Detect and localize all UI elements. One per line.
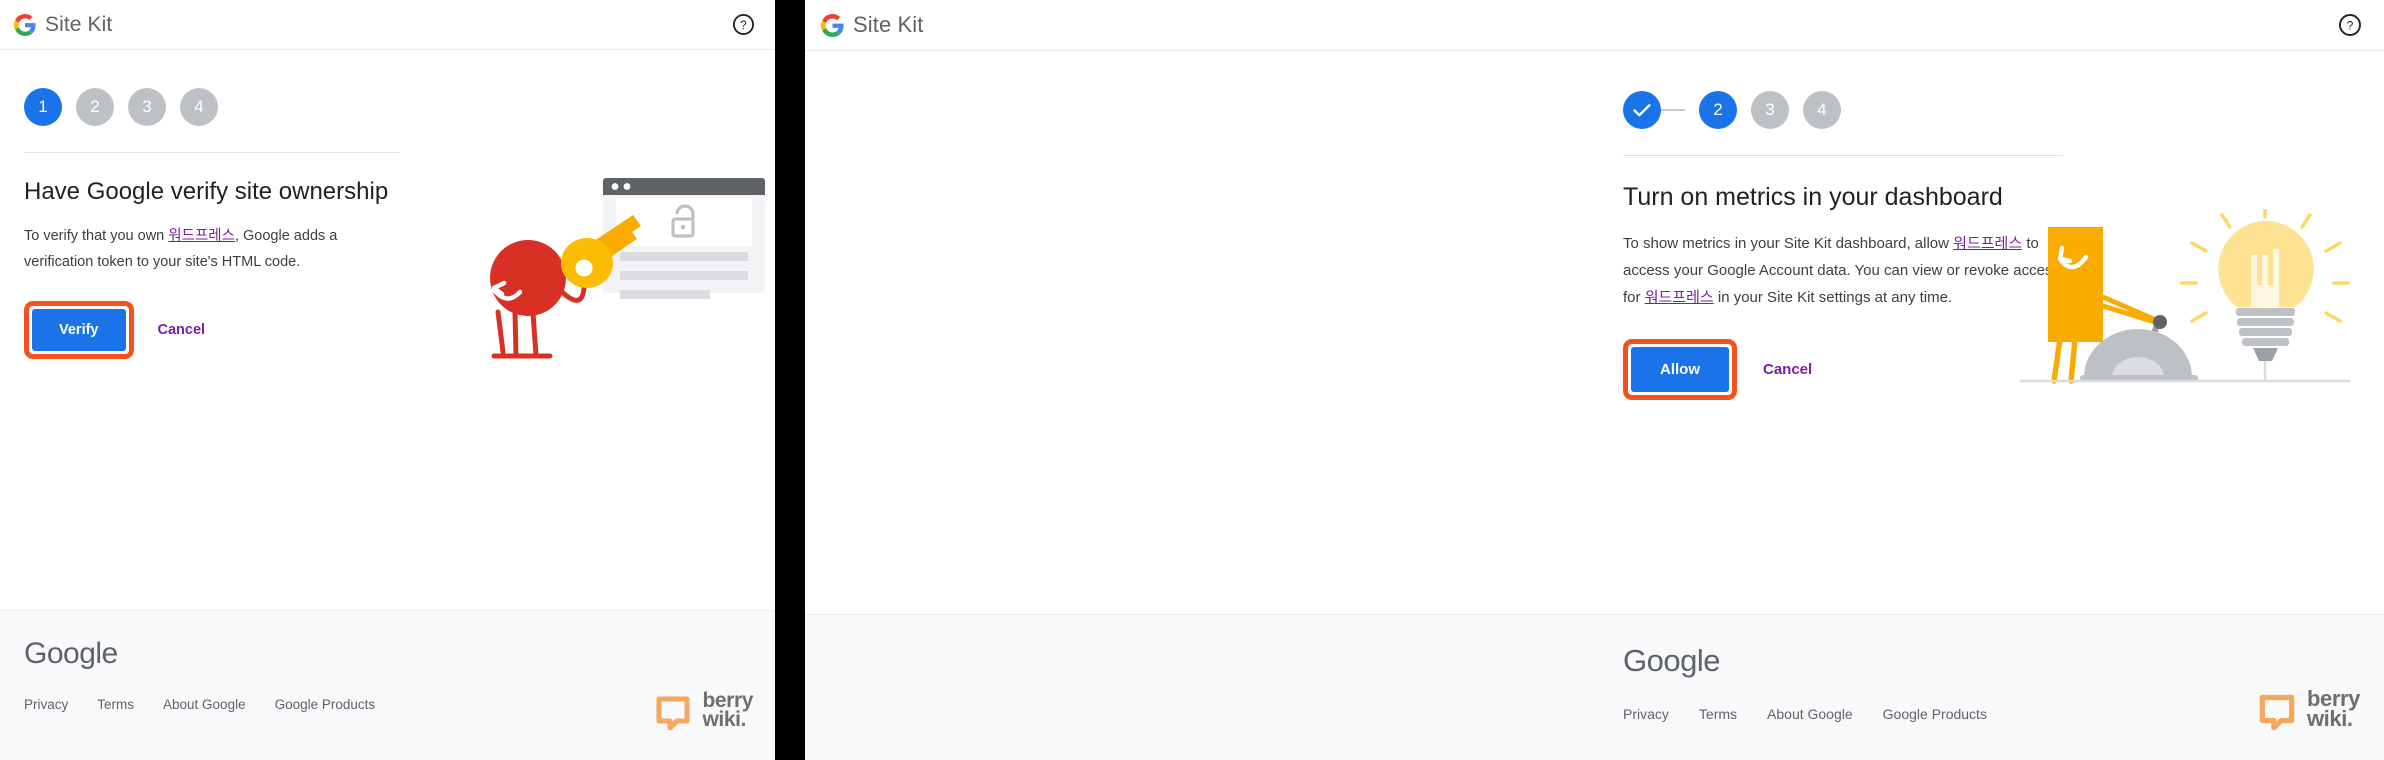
left-stepper: 1 2 3 4 xyxy=(24,88,775,126)
right-footer-wordmark: Google xyxy=(1623,643,1720,678)
left-watermark: berry wiki. xyxy=(653,690,753,730)
step-3-label: 3 xyxy=(142,97,152,116)
footer-link-privacy[interactable]: Privacy xyxy=(24,697,68,712)
left-brand-text: Site Kit xyxy=(45,12,113,36)
left-watermark-text: berry wiki. xyxy=(702,690,753,731)
step-2-label: 2 xyxy=(90,97,100,116)
panel-divider xyxy=(775,0,805,760)
watermark-line2: wiki. xyxy=(702,708,746,731)
right-actions: Allow Cancel xyxy=(1623,339,2384,400)
footer-link-terms[interactable]: Terms xyxy=(1699,706,1737,722)
right-body: 2 3 4 Turn on metrics in your dashboard … xyxy=(805,51,2384,614)
speech-bubble-icon xyxy=(656,696,690,730)
left-body-text: To verify that you own 워드프레스, Google add… xyxy=(24,223,396,275)
step-2-label: 2 xyxy=(1713,100,1723,119)
svg-text:?: ? xyxy=(740,20,746,32)
speech-bubble-icon xyxy=(2259,694,2295,730)
right-body-text: To show metrics in your Site Kit dashboa… xyxy=(1623,230,2067,311)
step-2[interactable]: 2 xyxy=(1699,91,1737,129)
stepper-connector xyxy=(1661,109,1685,111)
step-1-label: 1 xyxy=(38,97,48,116)
right-brand-text: Site Kit xyxy=(853,12,924,37)
google-g-icon xyxy=(821,13,844,37)
google-g-icon xyxy=(14,13,36,36)
right-header: Site Kit ? xyxy=(805,0,2384,51)
right-content: 2 3 4 Turn on metrics in your dashboard … xyxy=(805,51,2384,400)
right-cancel-button[interactable]: Cancel xyxy=(1763,361,1812,378)
left-help-button[interactable]: ? xyxy=(731,13,755,37)
footer-link-google-products[interactable]: Google Products xyxy=(275,697,376,712)
right-divider xyxy=(1623,155,2063,156)
step-3-label: 3 xyxy=(1765,100,1775,119)
left-panel: Site Kit ? 1 2 3 4 Have Google verify si… xyxy=(0,0,775,760)
step-4[interactable]: 4 xyxy=(180,88,218,126)
left-page-title: Have Google verify site ownership xyxy=(24,178,389,205)
right-footer: Google Privacy Terms About Google Google… xyxy=(805,614,2384,760)
footer-link-about-google[interactable]: About Google xyxy=(163,697,246,712)
step-4-label: 4 xyxy=(194,97,204,116)
right-allow-highlight: Allow xyxy=(1623,339,1737,400)
step-4-label: 4 xyxy=(1817,100,1827,119)
left-site-link[interactable]: 워드프레스 xyxy=(168,228,235,244)
screenshot-root: Site Kit ? 1 2 3 4 Have Google verify si… xyxy=(0,0,2384,760)
svg-text:?: ? xyxy=(2347,19,2354,33)
right-body-part1: To show metrics in your Site Kit dashboa… xyxy=(1623,235,1954,252)
left-brand: Site Kit xyxy=(14,13,112,37)
step-3[interactable]: 3 xyxy=(1751,91,1789,129)
left-actions: Verify Cancel xyxy=(24,301,775,359)
footer-link-privacy[interactable]: Privacy xyxy=(1623,706,1669,722)
right-help-button[interactable]: ? xyxy=(2338,13,2362,37)
step-4[interactable]: 4 xyxy=(1803,91,1841,129)
left-content: 1 2 3 4 Have Google verify site ownershi… xyxy=(0,50,775,359)
step-3[interactable]: 3 xyxy=(128,88,166,126)
left-footer: Google Privacy Terms About Google Google… xyxy=(0,610,775,760)
left-body-part1: To verify that you own xyxy=(24,228,169,244)
right-page-title: Turn on metrics in your dashboard xyxy=(1623,183,2003,211)
left-verify-highlight: Verify xyxy=(24,301,134,359)
step-1[interactable]: 1 xyxy=(24,88,62,126)
left-body: 1 2 3 4 Have Google verify site ownershi… xyxy=(0,50,775,610)
right-body-part3: in your Site Kit settings at any time. xyxy=(1713,289,1953,306)
help-circle-icon: ? xyxy=(732,14,754,35)
left-footer-wordmark: Google xyxy=(24,637,118,670)
right-watermark-text: berry wiki. xyxy=(2306,687,2360,731)
right-stepper: 2 3 4 xyxy=(1623,91,2384,129)
left-divider xyxy=(24,152,400,153)
right-brand: Site Kit xyxy=(821,12,924,38)
left-header: Site Kit ? xyxy=(0,0,775,50)
right-site-link-1[interactable]: 워드프레스 xyxy=(1953,235,2022,252)
right-site-link-2[interactable]: 워드프레스 xyxy=(1645,289,1714,306)
left-cancel-button[interactable]: Cancel xyxy=(158,322,206,338)
footer-link-google-products[interactable]: Google Products xyxy=(1883,706,1987,722)
check-icon xyxy=(1633,103,1651,116)
allow-button[interactable]: Allow xyxy=(1631,347,1729,392)
footer-link-about-google[interactable]: About Google xyxy=(1767,706,1853,722)
watermark-line2: wiki. xyxy=(2306,706,2353,731)
verify-button[interactable]: Verify xyxy=(32,309,126,351)
help-circle-icon: ? xyxy=(2339,14,2361,36)
step-2[interactable]: 2 xyxy=(76,88,114,126)
right-watermark: berry wiki. xyxy=(2256,687,2360,731)
right-panel: Site Kit ? 2 3 4 Turn on metrics in your… xyxy=(805,0,2384,760)
step-1[interactable] xyxy=(1623,91,1661,129)
footer-link-terms[interactable]: Terms xyxy=(97,697,134,712)
